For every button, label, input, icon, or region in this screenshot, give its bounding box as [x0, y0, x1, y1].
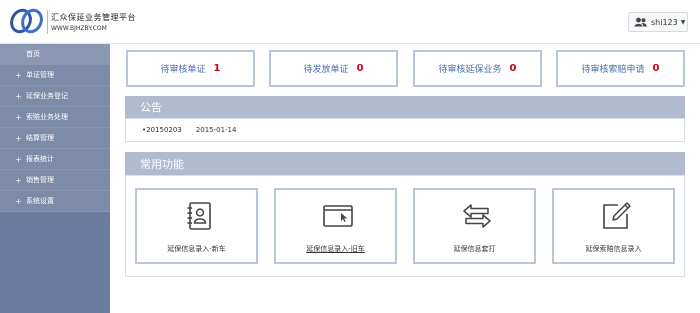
brand-divider	[47, 10, 48, 34]
exchange-arrows-icon	[463, 204, 491, 228]
sidebar-item-label: 延保业务登记	[26, 92, 68, 100]
sidebar-item-label: 报表统计	[26, 155, 54, 163]
sidebar-item-home[interactable]: 首页	[0, 44, 110, 65]
stat-label: 待审核索赔申请	[581, 65, 645, 75]
stat-pending-warranty[interactable]: 待审核延保业务 0	[413, 50, 542, 87]
expand-plus-icon: +	[15, 196, 22, 206]
stat-label: 待审核单证	[160, 65, 206, 75]
expand-plus-icon: +	[15, 133, 22, 143]
notice-item-text: 20150203	[146, 126, 182, 134]
notice-item-date: 2015-01-14	[195, 126, 237, 134]
user-menu-button[interactable]: shi123 ▼	[628, 12, 688, 32]
expand-plus-icon: +	[15, 175, 22, 185]
window-cursor-icon	[323, 205, 353, 227]
brand-website: WWW.BJHZBY.COM	[51, 25, 107, 32]
sidebar-item-claims[interactable]: + 索赔业务处理	[0, 107, 110, 128]
sidebar-item-label: 首页	[26, 50, 40, 58]
sidebar-item-system-settings[interactable]: + 系统设置	[0, 191, 110, 212]
chevron-down-icon: ▼	[680, 18, 686, 26]
stat-count: 0	[509, 63, 517, 74]
stat-pending-issue[interactable]: 待发放单证 0	[269, 50, 398, 87]
edit-pen-icon	[603, 202, 631, 229]
sidebar-item-label: 索赔业务处理	[26, 113, 68, 121]
notice-panel-header: 公告	[125, 96, 685, 118]
stat-pending-claims[interactable]: 待审核索赔申请 0	[556, 50, 685, 87]
stat-pending-documents[interactable]: 待审核单证 1	[126, 50, 255, 87]
top-header: 汇众保延业务管理平台 WWW.BJHZBY.COM shi123 ▼	[0, 0, 700, 44]
expand-plus-icon: +	[15, 112, 22, 122]
user-name: shi123	[651, 17, 678, 27]
expand-plus-icon: +	[15, 70, 22, 80]
func-label: 延保信息录入-新车	[167, 245, 226, 253]
func-claim-entry[interactable]: 延保索赔信息录入	[552, 188, 675, 264]
sidebar: 首页 + 单证管理 + 延保业务登记 + 索赔业务处理 + 结算管理 + 报表统…	[0, 44, 110, 313]
func-label: 延保索赔信息录入	[585, 245, 642, 253]
func-label: 延保信息套打	[453, 245, 496, 253]
notice-item[interactable]: •20150203 2015-01-14	[126, 119, 684, 134]
sidebar-item-label: 系统设置	[26, 197, 54, 205]
func-warranty-entry-used-car[interactable]: 延保信息录入-旧车	[274, 188, 397, 264]
sidebar-item-sales[interactable]: + 销售管理	[0, 170, 110, 191]
stat-count: 0	[356, 63, 364, 74]
functions-panel-header: 常用功能	[125, 152, 685, 175]
sidebar-item-label: 结算管理	[26, 134, 54, 142]
logo-icon	[10, 8, 43, 34]
address-book-icon	[187, 202, 211, 230]
notice-panel-body: •20150203 2015-01-14	[125, 118, 685, 142]
notice-title: 公告	[140, 101, 162, 114]
functions-title: 常用功能	[140, 157, 184, 171]
sidebar-item-label: 单证管理	[26, 71, 54, 79]
stat-count: 0	[652, 63, 660, 74]
users-icon	[634, 17, 647, 27]
func-label: 延保信息录入-旧车	[306, 245, 365, 253]
stat-count: 1	[213, 63, 221, 74]
func-warranty-print[interactable]: 延保信息套打	[413, 188, 536, 264]
brand-title: 汇众保延业务管理平台	[51, 13, 136, 22]
sidebar-item-warranty-registration[interactable]: + 延保业务登记	[0, 86, 110, 107]
sidebar-item-documents[interactable]: + 单证管理	[0, 65, 110, 86]
expand-plus-icon: +	[15, 154, 22, 164]
sidebar-item-settlement[interactable]: + 结算管理	[0, 128, 110, 149]
stat-label: 待发放单证	[303, 65, 349, 75]
sidebar-item-label: 销售管理	[26, 176, 54, 184]
stat-label: 待审核延保业务	[438, 65, 502, 75]
expand-plus-icon: +	[15, 91, 22, 101]
sidebar-item-reports[interactable]: + 报表统计	[0, 149, 110, 170]
func-warranty-entry-new-car[interactable]: 延保信息录入-新车	[135, 188, 258, 264]
